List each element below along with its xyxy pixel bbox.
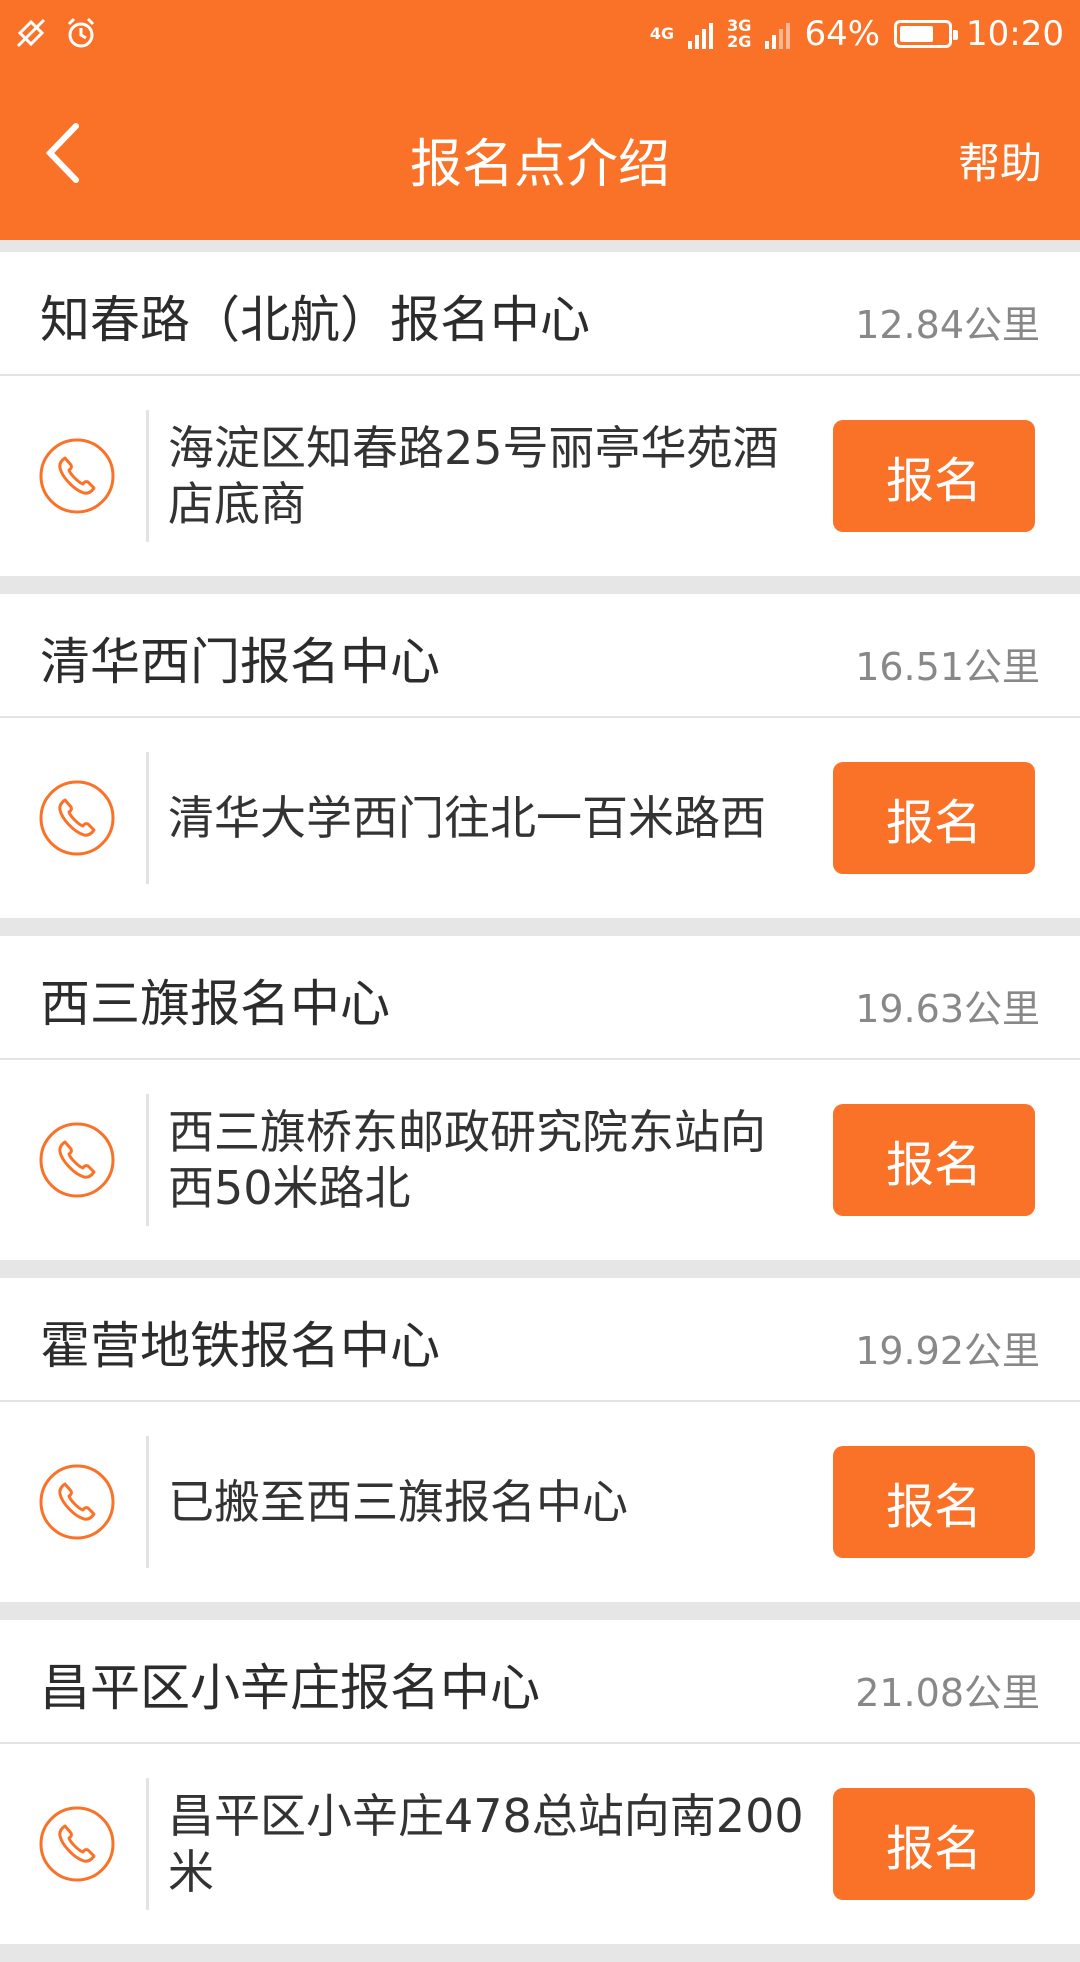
center-distance: 21.08公里 <box>855 1671 1040 1715</box>
center-address: 海淀区知春路25号丽亭华苑酒 店底商 <box>168 376 808 576</box>
center-name: 知春路（北航）报名中心 <box>40 291 590 349</box>
center-header: 清华西门报名中心 16.51公里 <box>0 594 1080 718</box>
divider <box>146 1094 149 1226</box>
signup-button[interactable]: 报名 <box>833 1104 1035 1216</box>
center-details: 清华大学西门往北一百米路西 报名 <box>0 718 1080 918</box>
address-line-1: 已搬至西三旗报名中心 <box>168 1475 628 1529</box>
address-line-2: 店底商 <box>168 477 306 531</box>
center-address: 清华大学西门往北一百米路西 <box>168 718 808 918</box>
nav-bar: 报名点介绍 帮助 <box>0 78 1080 240</box>
phone-icon[interactable] <box>38 437 116 515</box>
phone-icon[interactable] <box>38 1805 116 1883</box>
center-details: 西三旗桥东邮政研究院东站向 西50米路北 报名 <box>0 1060 1080 1260</box>
battery-icon <box>894 20 959 48</box>
signal-bars-icon <box>765 19 791 49</box>
center-distance: 16.51公里 <box>855 645 1040 689</box>
center-details: 昌平区小辛庄478总站向南200 米报名 <box>0 1744 1080 1944</box>
divider <box>146 752 149 884</box>
center-card: 昌平区小辛庄报名中心 21.08公里 昌平区小辛庄478总站向南200 米报名 <box>0 1620 1080 1944</box>
center-address: 西三旗桥东邮政研究院东站向 西50米路北 <box>168 1060 808 1260</box>
center-card: 西三旗报名中心 19.63公里 西三旗桥东邮政研究院东站向 西50米路北 报名 <box>0 936 1080 1260</box>
center-distance: 19.92公里 <box>855 1329 1040 1373</box>
phone-icon[interactable] <box>38 1121 116 1199</box>
phone-icon[interactable] <box>38 1463 116 1541</box>
center-address: 昌平区小辛庄478总站向南200 米 <box>168 1744 808 1944</box>
divider <box>146 410 149 542</box>
signal-bars-icon <box>688 19 714 49</box>
center-address: 已搬至西三旗报名中心 <box>168 1402 808 1602</box>
network-label-3g-2g: 3G 2G <box>727 16 752 51</box>
center-header: 霍营地铁报名中心 19.92公里 <box>0 1278 1080 1402</box>
center-card: 霍营地铁报名中心 19.92公里已搬至西三旗报名中心 报名 <box>0 1278 1080 1602</box>
signup-button[interactable]: 报名 <box>833 762 1035 874</box>
center-header: 知春路（北航）报名中心 12.84公里 <box>0 252 1080 376</box>
phone-icon[interactable] <box>38 779 116 857</box>
network-label-4g: 4G <box>649 24 675 43</box>
address-line-1: 昌平区小辛庄478总站向南200 <box>168 1789 804 1843</box>
center-distance: 19.63公里 <box>855 987 1040 1031</box>
center-details: 海淀区知春路25号丽亭华苑酒 店底商 报名 <box>0 376 1080 576</box>
alarm-icon <box>67 17 95 48</box>
signup-button[interactable]: 报名 <box>833 420 1035 532</box>
center-card: 清华西门报名中心 16.51公里清华大学西门往北一百米路西 报名 <box>0 594 1080 918</box>
address-line-1: 海淀区知春路25号丽亭华苑酒 <box>168 421 779 475</box>
center-name: 清华西门报名中心 <box>40 633 440 691</box>
address-line-1: 西三旗桥东邮政研究院东站向 <box>168 1105 766 1159</box>
help-button[interactable]: 帮助 <box>958 130 1042 191</box>
address-line-2: 米 <box>168 1845 214 1899</box>
center-header: 西三旗报名中心 19.63公里 <box>0 936 1080 1060</box>
battery-percent: 64% <box>804 14 881 54</box>
center-header: 昌平区小辛庄报名中心 21.08公里 <box>0 1620 1080 1744</box>
page-title: 报名点介绍 <box>409 135 670 195</box>
status-left-icons <box>14 16 98 50</box>
center-list: 知春路（北航）报名中心 12.84公里 海淀区知春路25号丽亭华苑酒 店底商 报名 清华西… <box>0 252 1080 1962</box>
center-name: 霍营地铁报名中心 <box>40 1317 440 1375</box>
center-name: 西三旗报名中心 <box>40 975 390 1033</box>
center-details: 已搬至西三旗报名中心 报名 <box>0 1402 1080 1602</box>
center-name: 昌平区小辛庄报名中心 <box>40 1659 540 1717</box>
signal-off-icon <box>16 18 46 48</box>
address-line-2: 西50米路北 <box>168 1161 411 1215</box>
divider <box>146 1778 149 1910</box>
status-bar: 4G 3G 2G 64% 10:20 <box>0 0 1080 78</box>
center-distance: 12.84公里 <box>855 303 1040 347</box>
status-right: 4G 3G 2G 64% 10:20 <box>650 14 1064 54</box>
app-header: 4G 3G 2G 64% 10:20 报名点介绍 帮助 <box>0 0 1080 240</box>
address-line-1: 清华大学西门往北一百米路西 <box>168 791 766 845</box>
center-card: 知春路（北航）报名中心 12.84公里 海淀区知春路25号丽亭华苑酒 店底商 报名 <box>0 252 1080 576</box>
clock: 10:20 <box>966 14 1064 54</box>
signup-button[interactable]: 报名 <box>833 1788 1035 1900</box>
signup-button[interactable]: 报名 <box>833 1446 1035 1558</box>
divider <box>146 1436 149 1568</box>
